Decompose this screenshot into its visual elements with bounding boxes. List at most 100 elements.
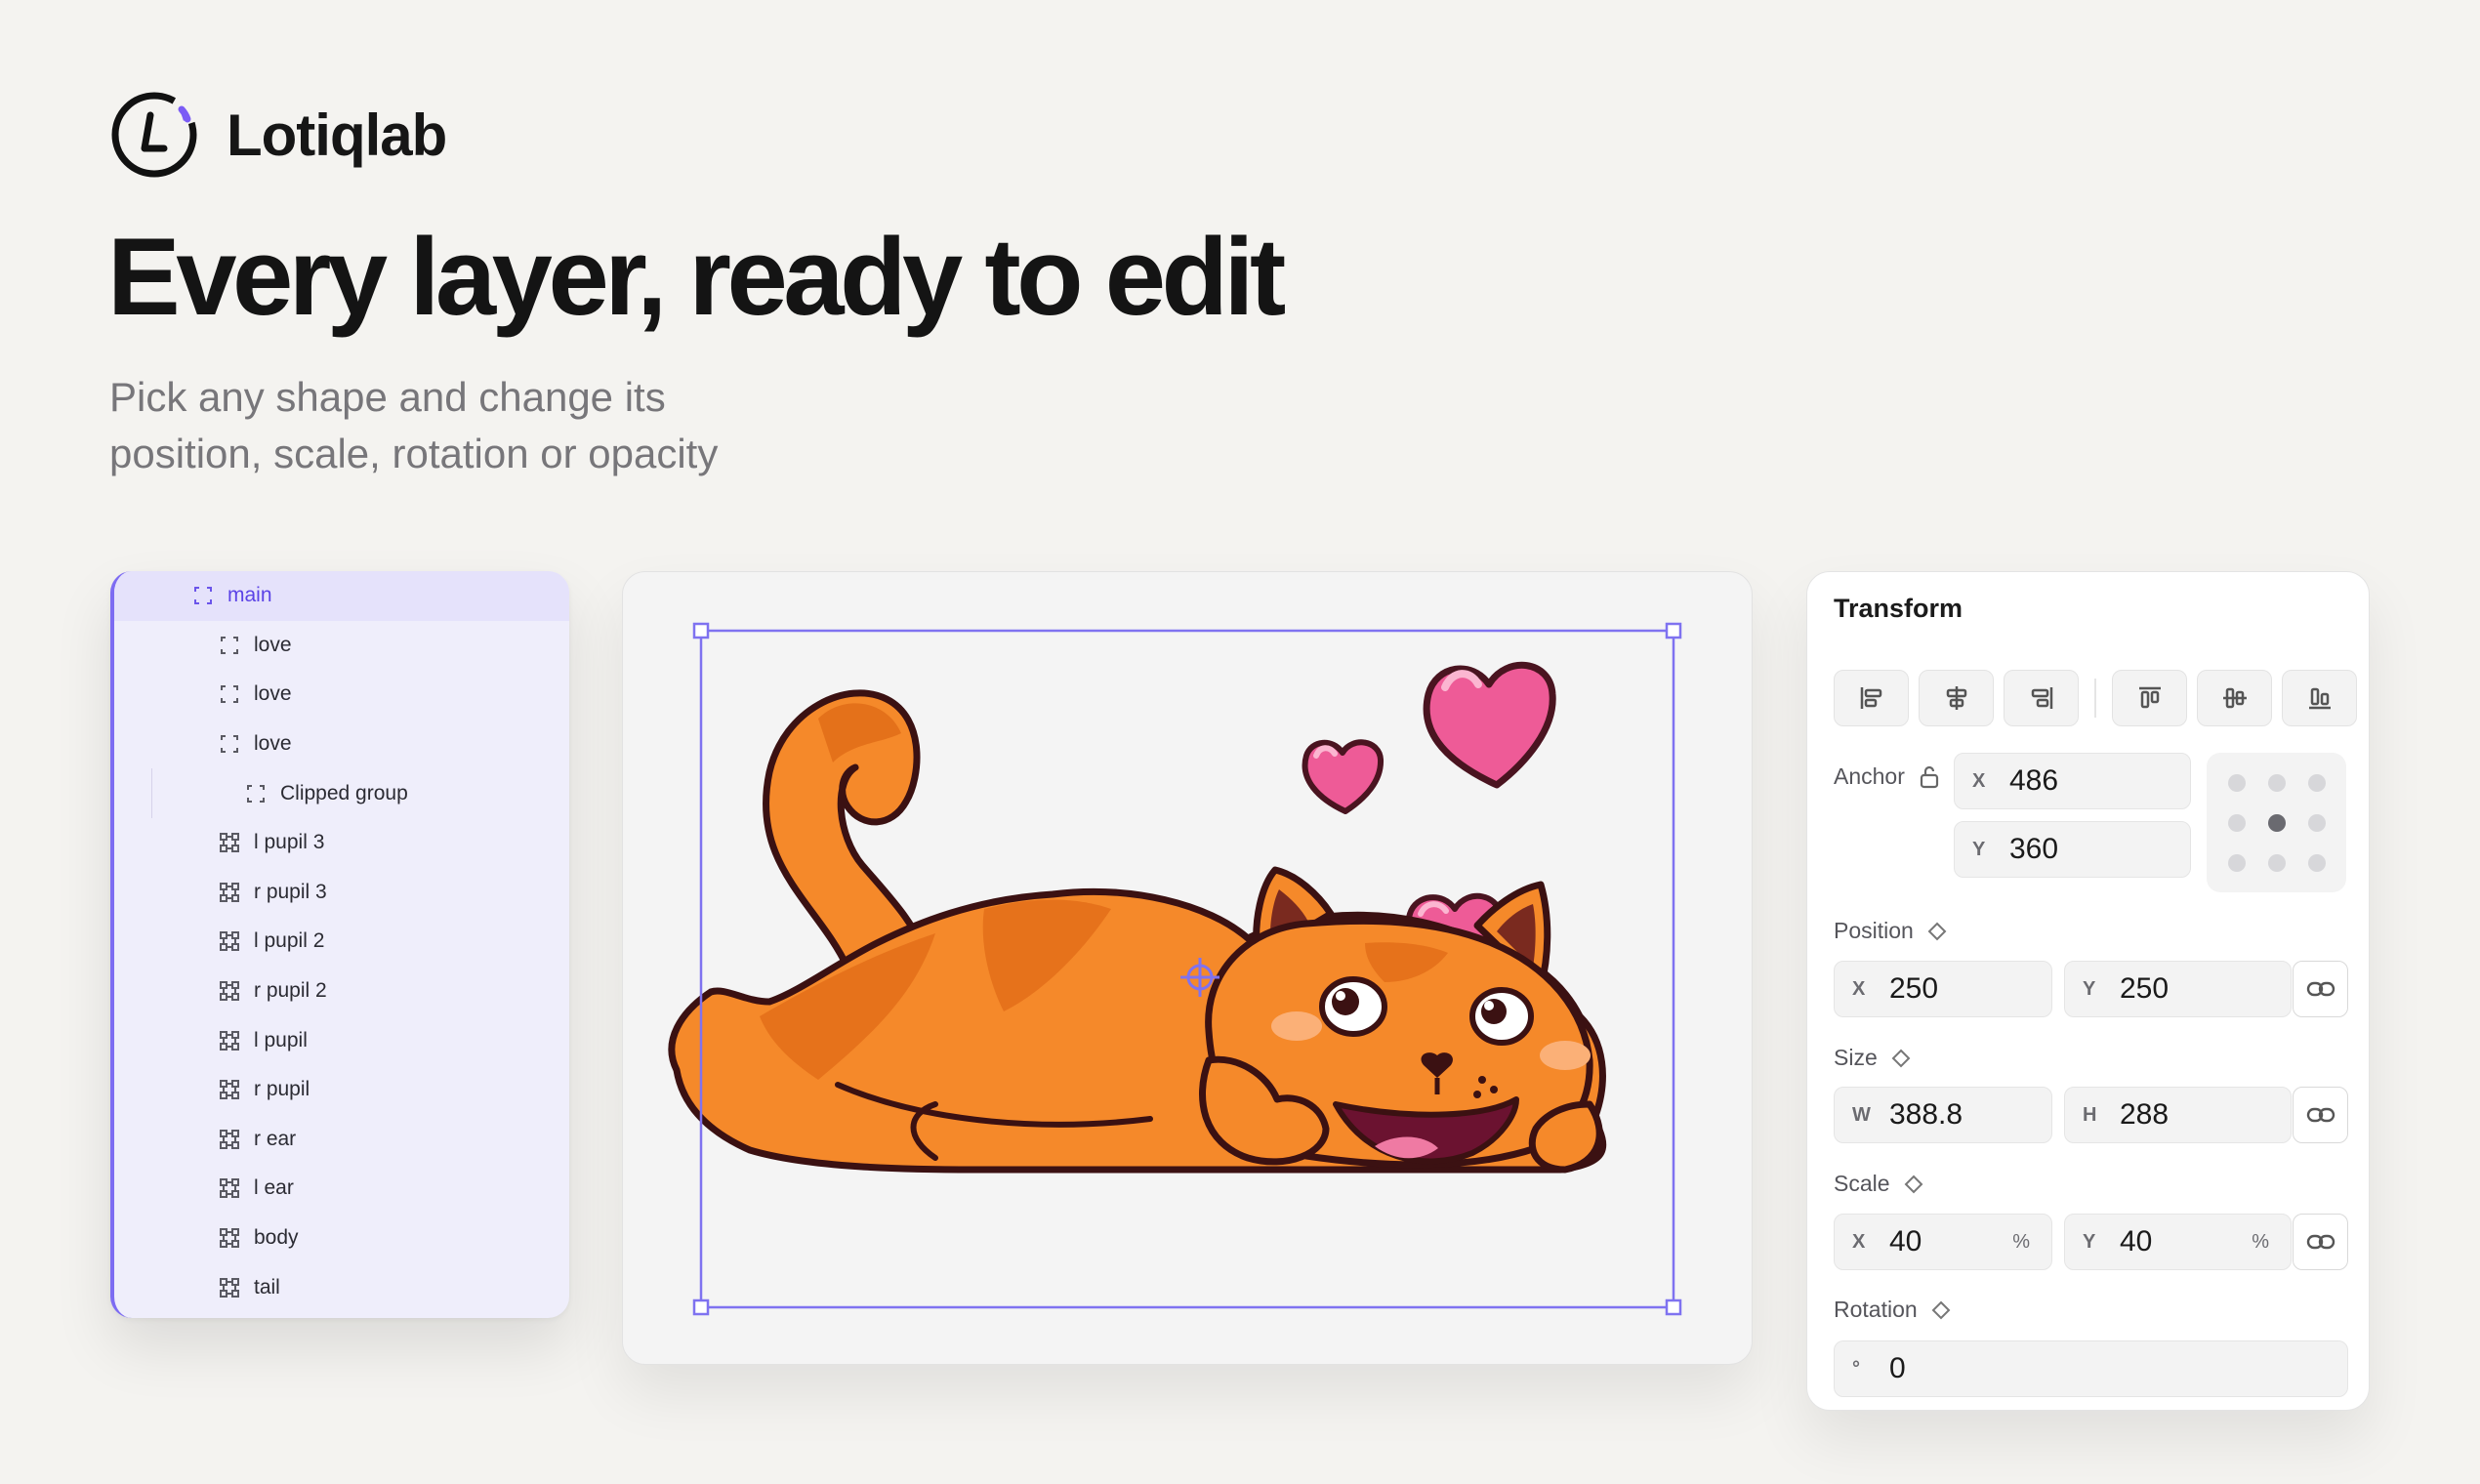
anchor-dot-bottom-center[interactable] <box>2267 853 2286 872</box>
size-link-button[interactable] <box>2293 1087 2348 1143</box>
scale-link-button[interactable] <box>2293 1214 2348 1270</box>
size-label-text: Size <box>1834 1045 1878 1070</box>
keyframe-diamond-icon[interactable] <box>1931 1300 1951 1320</box>
anchor-dot-top-center[interactable] <box>2267 773 2286 792</box>
layer-row[interactable]: r pupil 3 <box>114 868 569 918</box>
link-icon <box>2306 981 2335 997</box>
size-width-field[interactable]: W 388.8 <box>1834 1087 2052 1143</box>
shape-icon <box>219 980 240 1002</box>
size-w-prefix: W <box>1852 1103 1871 1126</box>
size-label: Size <box>1834 1045 1911 1071</box>
scale-y-value[interactable]: 40 <box>2120 1225 2152 1258</box>
brand: Lotiqlab <box>109 90 447 180</box>
align-left-button[interactable] <box>1834 670 1909 726</box>
layer-row[interactable]: l pupil <box>114 1015 569 1065</box>
layer-row[interactable]: love <box>114 670 569 720</box>
align-left-icon <box>1860 687 1881 709</box>
resize-handle-bottom-left[interactable] <box>692 1298 710 1316</box>
layer-row[interactable]: love <box>114 621 569 671</box>
align-center-horizontal-button[interactable] <box>1919 670 1994 726</box>
keyframe-diamond-icon[interactable] <box>1927 922 1947 941</box>
layer-label: l pupil 3 <box>254 831 325 854</box>
cat-tail[interactable] <box>762 689 930 971</box>
shape-icon <box>219 930 240 952</box>
layer-label: main <box>227 584 272 607</box>
anchor-x-field[interactable]: X 486 <box>1954 753 2191 809</box>
layer-row[interactable]: l pupil 3 <box>114 818 569 868</box>
anchor-y-field[interactable]: Y 360 <box>1954 821 2191 878</box>
anchor-dot-bottom-right[interactable] <box>2307 853 2326 872</box>
rotation-value[interactable]: 0 <box>1889 1352 1906 1385</box>
position-label-text: Position <box>1834 918 1914 943</box>
position-y-field[interactable]: Y 250 <box>2064 961 2292 1017</box>
align-top-button[interactable] <box>2112 670 2187 726</box>
group-icon <box>219 683 240 705</box>
shape-icon <box>219 1277 240 1298</box>
anchor-dot-middle-right[interactable] <box>2307 813 2326 832</box>
canvas-artwork[interactable] <box>623 572 1754 1366</box>
resize-handle-bottom-right[interactable] <box>1665 1298 1682 1316</box>
layer-row[interactable]: r pupil 2 <box>114 967 569 1016</box>
group-icon <box>219 733 240 755</box>
rotation-prefix: ° <box>1852 1357 1860 1380</box>
layer-row[interactable]: r pupil <box>114 1065 569 1115</box>
anchor-x-value[interactable]: 486 <box>2009 764 2058 798</box>
size-h-value[interactable]: 288 <box>2120 1098 2169 1132</box>
layer-row[interactable]: l ear <box>114 1164 569 1214</box>
group-icon <box>245 783 267 804</box>
heart-large[interactable] <box>1423 661 1556 789</box>
anchor-dot-middle-left[interactable] <box>2227 813 2246 832</box>
layer-row[interactable]: l pupil 2 <box>114 917 569 967</box>
anchor-dot-top-right[interactable] <box>2307 773 2326 792</box>
anchor-dot-top-left[interactable] <box>2227 773 2246 792</box>
size-w-value[interactable]: 388.8 <box>1889 1098 1963 1132</box>
size-height-field[interactable]: H 288 <box>2064 1087 2292 1143</box>
align-right-button[interactable] <box>2004 670 2079 726</box>
layer-row[interactable]: love <box>114 720 569 769</box>
layer-label: l pupil 2 <box>254 929 325 953</box>
anchor-dot-center[interactable] <box>2267 813 2286 832</box>
canvas-panel[interactable] <box>622 571 1753 1365</box>
position-x-field[interactable]: X 250 <box>1834 961 2052 1017</box>
scale-x-value[interactable]: 40 <box>1889 1225 1922 1258</box>
heart-small[interactable] <box>1302 739 1384 814</box>
link-icon <box>2306 1107 2335 1123</box>
scale-y-unit: % <box>2252 1230 2269 1253</box>
shape-icon <box>219 1129 240 1150</box>
scale-label-text: Scale <box>1834 1171 1890 1196</box>
scale-x-field[interactable]: X 40 % <box>1834 1214 2052 1270</box>
layers-panel: main love love love Clipped group l pupil 3 r … <box>110 571 569 1318</box>
resize-handle-top-right[interactable] <box>1665 622 1682 639</box>
layer-row[interactable]: Clipped group <box>114 768 569 818</box>
position-x-prefix: X <box>1852 977 1866 1000</box>
layer-row[interactable]: main <box>114 571 569 621</box>
resize-handle-top-left[interactable] <box>692 622 710 639</box>
unlock-icon[interactable] <box>1919 765 1940 789</box>
align-middle-vertical-button[interactable] <box>2197 670 2272 726</box>
rotation-field[interactable]: ° 0 <box>1834 1340 2348 1397</box>
cat-eye-right[interactable] <box>1469 987 1534 1046</box>
shape-icon <box>219 1079 240 1100</box>
position-y-value[interactable]: 250 <box>2120 972 2169 1006</box>
link-icon <box>2306 1234 2335 1250</box>
position-link-button[interactable] <box>2293 961 2348 1017</box>
subheadline: Pick any shape and change its position, … <box>109 369 718 482</box>
position-y-prefix: Y <box>2083 977 2096 1000</box>
anchor-x-prefix: X <box>1972 769 1986 792</box>
scale-y-prefix: Y <box>2083 1230 2096 1253</box>
anchor-y-value[interactable]: 360 <box>2009 833 2058 866</box>
cat-eye-left[interactable] <box>1319 976 1387 1037</box>
scale-y-field[interactable]: Y 40 % <box>2064 1214 2292 1270</box>
keyframe-diamond-icon[interactable] <box>1904 1175 1923 1194</box>
layer-row[interactable]: r ear <box>114 1115 569 1165</box>
align-bottom-button[interactable] <box>2282 670 2357 726</box>
size-h-prefix: H <box>2083 1103 2097 1126</box>
align-toolbar <box>1834 670 2357 726</box>
anchor-dot-bottom-left[interactable] <box>2227 853 2246 872</box>
lotiqlab-logo-icon <box>111 92 197 178</box>
layer-row[interactable]: tail <box>114 1262 569 1312</box>
position-x-value[interactable]: 250 <box>1889 972 1938 1006</box>
keyframe-diamond-icon[interactable] <box>1891 1049 1911 1068</box>
layer-label: r pupil 2 <box>254 979 327 1003</box>
layer-row[interactable]: body <box>114 1214 569 1263</box>
